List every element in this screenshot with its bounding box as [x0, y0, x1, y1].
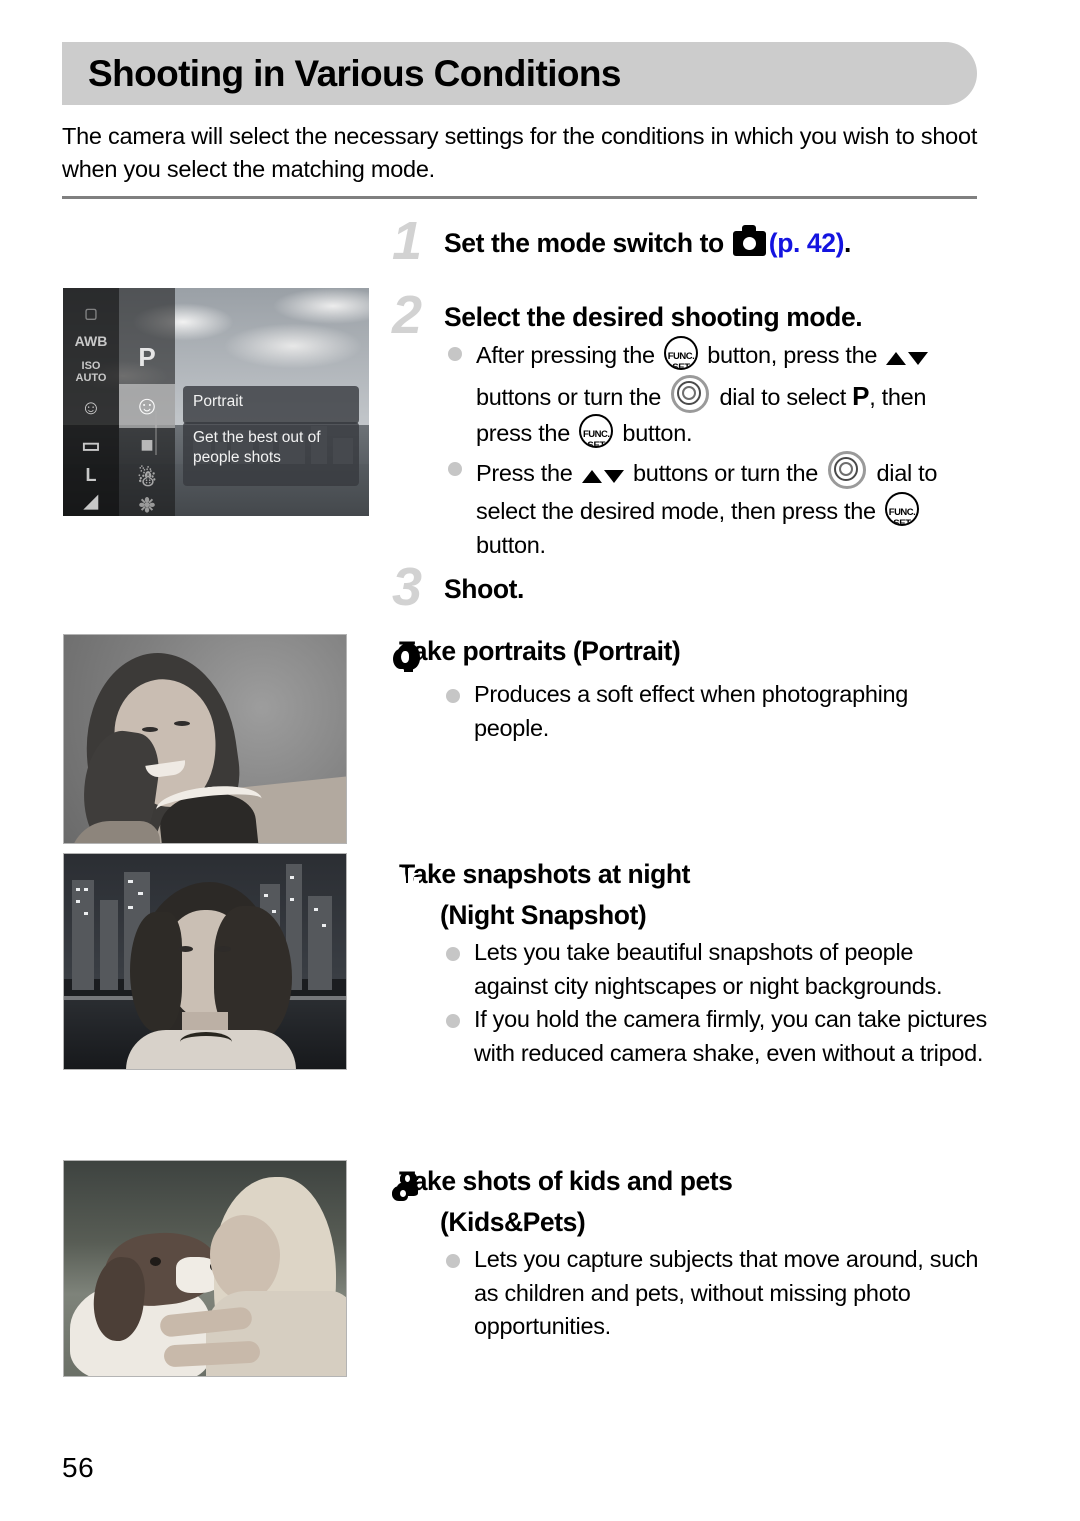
mode-kids-and-pets-heading: Take shots of kids and pets (Kids&Pets): [392, 1164, 988, 1240]
step-2-title: Select the desired shooting mode.: [444, 302, 863, 332]
photo-window: [76, 888, 80, 891]
mode-heading-line-1: Take shots of kids and pets: [399, 1166, 733, 1196]
mode-heading-line-2: (Night Snapshot): [440, 900, 647, 930]
bullet-text: button.: [476, 531, 546, 558]
mode-night-snapshot-heading: Take snapshots at night (Night Snapshot): [392, 857, 988, 933]
funcset-button-icon: FUNC. SET: [885, 492, 920, 526]
step-2-bullets: After pressing the FUNC. SET button, pres…: [444, 336, 980, 562]
page-number: 56: [62, 1452, 95, 1483]
step-3-title: Shoot.: [444, 574, 525, 604]
bullet-text: Press the: [476, 459, 579, 486]
camera-icon: [732, 225, 766, 256]
photo-window: [272, 910, 276, 913]
list-item: After pressing the FUNC. SET button, pres…: [444, 336, 980, 451]
bullet-text: After pressing the: [476, 342, 662, 368]
step-3: 3 Shoot.: [392, 560, 980, 614]
mode-night-snapshot: Take snapshots at night (Night Snapshot) …: [392, 857, 988, 1070]
up-down-buttons-icon: [886, 341, 929, 375]
intro-paragraph: The camera will select the necessary set…: [62, 123, 978, 182]
mode-kids-and-pets: Take shots of kids and pets (Kids&Pets) L…: [392, 1164, 988, 1344]
step-1-text-before: Set the mode switch to: [444, 228, 731, 258]
lcd-mode-description: Get the best out of people shots: [183, 422, 359, 486]
portrait-sample-photo: [63, 634, 347, 844]
photo-window: [322, 924, 326, 927]
photo-eye: [174, 721, 190, 726]
list-item: Lets you capture subjects that move arou…: [442, 1243, 988, 1344]
mode-kids-and-pets-bullets: Lets you capture subjects that move arou…: [442, 1243, 988, 1344]
page-reference-link[interactable]: (p. 42): [769, 228, 845, 258]
bullet-text: dial to select: [713, 383, 853, 410]
photo-building: [72, 880, 94, 990]
photo-window: [76, 900, 80, 903]
photo-window: [138, 892, 143, 895]
kids-and-pets-sample-photo: [63, 1160, 347, 1377]
control-dial-icon: [671, 374, 710, 413]
control-dial-icon: [828, 450, 867, 489]
photo-window: [84, 912, 88, 915]
step-2-number: 2: [392, 285, 422, 345]
program-p-icon[interactable]: P: [119, 342, 175, 373]
step-2: 2 Select the desired shooting mode. Afte…: [392, 288, 980, 562]
step-3-number: 3: [392, 557, 422, 617]
bullet-text: buttons or turn the: [626, 459, 825, 486]
step-1-title: Set the mode switch to (p. 42).: [444, 225, 980, 260]
lcd-desc-line-1: Get the best out of: [193, 429, 321, 446]
photo-window: [128, 906, 133, 909]
mode-portrait: Take portraits (Portrait) Produces a sof…: [392, 634, 988, 745]
mode-heading-line-2: (Kids&Pets): [440, 1207, 586, 1237]
photo-window: [128, 880, 133, 883]
up-down-buttons-icon: [581, 459, 624, 493]
lcd-screenshot: ▢ AWB ISO AUTO ☺ ▭ L ◢ P ☺ ■ ☃ ❉ Portrait…: [63, 288, 369, 516]
photo-building: [308, 896, 332, 990]
list-item: If you hold the camera firmly, you can t…: [442, 1003, 988, 1070]
section-divider: [62, 196, 977, 199]
step-1: 1 Set the mode switch to (p. 42).: [392, 214, 980, 268]
night-snapshot-sample-photo: [63, 853, 347, 1070]
image-size-l-icon: L: [85, 465, 97, 485]
compression-icon: ◢: [84, 491, 98, 511]
page-title: Shooting in Various Conditions: [88, 53, 621, 94]
kids-and-pets-mode-icon[interactable]: ☃: [119, 468, 175, 490]
list-item: Produces a soft effect when photographin…: [442, 678, 988, 745]
lcd-desc-line-2: people shots: [193, 449, 281, 466]
bullet-text: button, press the: [701, 342, 884, 368]
lcd-mode-name-label: Portrait: [183, 386, 359, 424]
mode-heading-text: Take portraits (Portrait): [399, 636, 681, 666]
step-1-text-after: .: [844, 228, 851, 258]
photo-eye: [178, 946, 193, 952]
step-1-number: 1: [392, 211, 422, 271]
photo-window: [264, 894, 268, 897]
night-snapshot-mode-icon[interactable]: ■: [119, 434, 175, 456]
mode-night-snapshot-bullets: Lets you take beautiful snapshots of peo…: [442, 936, 988, 1070]
photo-hair-left: [130, 912, 182, 1032]
photo-window: [290, 876, 294, 879]
photo-eye: [216, 946, 231, 952]
photo-building: [100, 900, 118, 990]
funcset-button-icon: FUNC. SET: [579, 414, 614, 448]
mode-portrait-bullets: Produces a soft effect when photographin…: [442, 678, 988, 745]
iso-auto-icon: ISO AUTO: [75, 360, 107, 384]
list-item: Press the buttons or turn the dial to se…: [444, 450, 980, 563]
list-item: Lets you take beautiful snapshots of peo…: [442, 936, 988, 1003]
p-mode-icon: P: [852, 380, 870, 411]
photo-eye: [142, 727, 158, 732]
aspect-ratio-icon: ▭: [81, 435, 101, 457]
mode-portrait-heading: Take portraits (Portrait): [392, 634, 988, 675]
photo-window: [84, 888, 88, 891]
funcset-button-icon: FUNC. SET: [664, 336, 699, 370]
mode-heading-line-1: Take snapshots at night: [399, 859, 691, 889]
bullet-text: button.: [616, 420, 693, 446]
photo-window: [290, 898, 294, 901]
portrait-mode-icon[interactable]: ☺: [119, 392, 175, 418]
photo-window: [314, 908, 318, 911]
awb-label: AWB: [74, 333, 108, 349]
photo-dog-eye: [150, 1257, 161, 1266]
photo-necklace: [180, 1032, 232, 1052]
bullet-text: buttons or turn the: [476, 383, 668, 410]
special-scene-mode-icon[interactable]: ❉: [119, 496, 175, 516]
face-detect-icon: ☺: [80, 397, 102, 419]
white-balance-awb-icon: ▢: [84, 305, 98, 321]
